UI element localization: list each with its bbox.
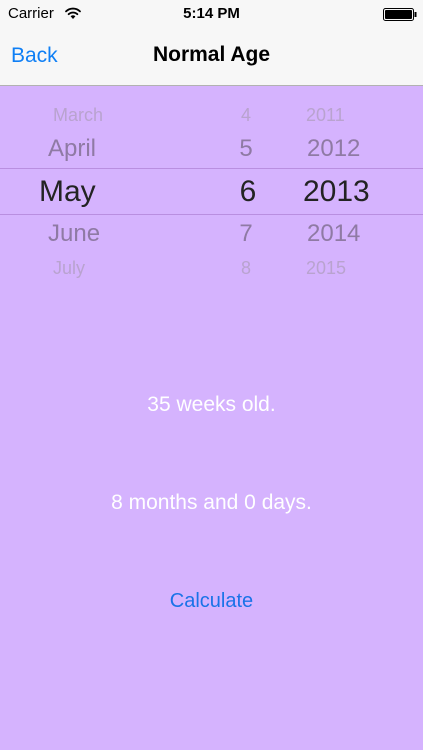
navigation-bar: Back Normal Age (0, 30, 423, 86)
status-bar: Carrier 5:14 PM (0, 0, 423, 30)
picker-year-row[interactable]: 2015 (306, 258, 346, 279)
picker-day-selected[interactable]: 6 (228, 175, 268, 209)
picker-month-row[interactable]: March (53, 105, 103, 126)
page-title: Normal Age (152, 43, 271, 66)
picker-month-row[interactable]: July (53, 258, 85, 279)
picker-year-row[interactable]: 2012 (307, 135, 360, 163)
picker-year-row[interactable]: 2011 (306, 105, 345, 126)
picker-selection-bottom-line (0, 214, 423, 215)
months-result: 8 months and 0 days. (111, 491, 312, 514)
weeks-result: 35 weeks old. (147, 393, 276, 416)
calculate-button[interactable]: Calculate (0, 590, 423, 613)
picker-day-row[interactable]: 8 (228, 258, 264, 279)
status-time: 5:14 PM (183, 5, 240, 22)
picker-day-row[interactable]: 4 (228, 105, 264, 126)
picker-month-row[interactable]: June (48, 220, 100, 248)
picker-month-selected[interactable]: May (39, 175, 96, 209)
battery-icon (383, 8, 417, 21)
date-picker[interactable]: March April May June July 4 5 6 7 8 2011… (0, 86, 423, 286)
picker-selection-top-line (0, 168, 423, 169)
picker-year-selected[interactable]: 2013 (303, 175, 370, 209)
picker-month-row[interactable]: April (48, 135, 96, 163)
picker-year-row[interactable]: 2014 (307, 220, 360, 248)
picker-day-row[interactable]: 5 (228, 135, 264, 163)
picker-day-row[interactable]: 7 (228, 220, 264, 248)
